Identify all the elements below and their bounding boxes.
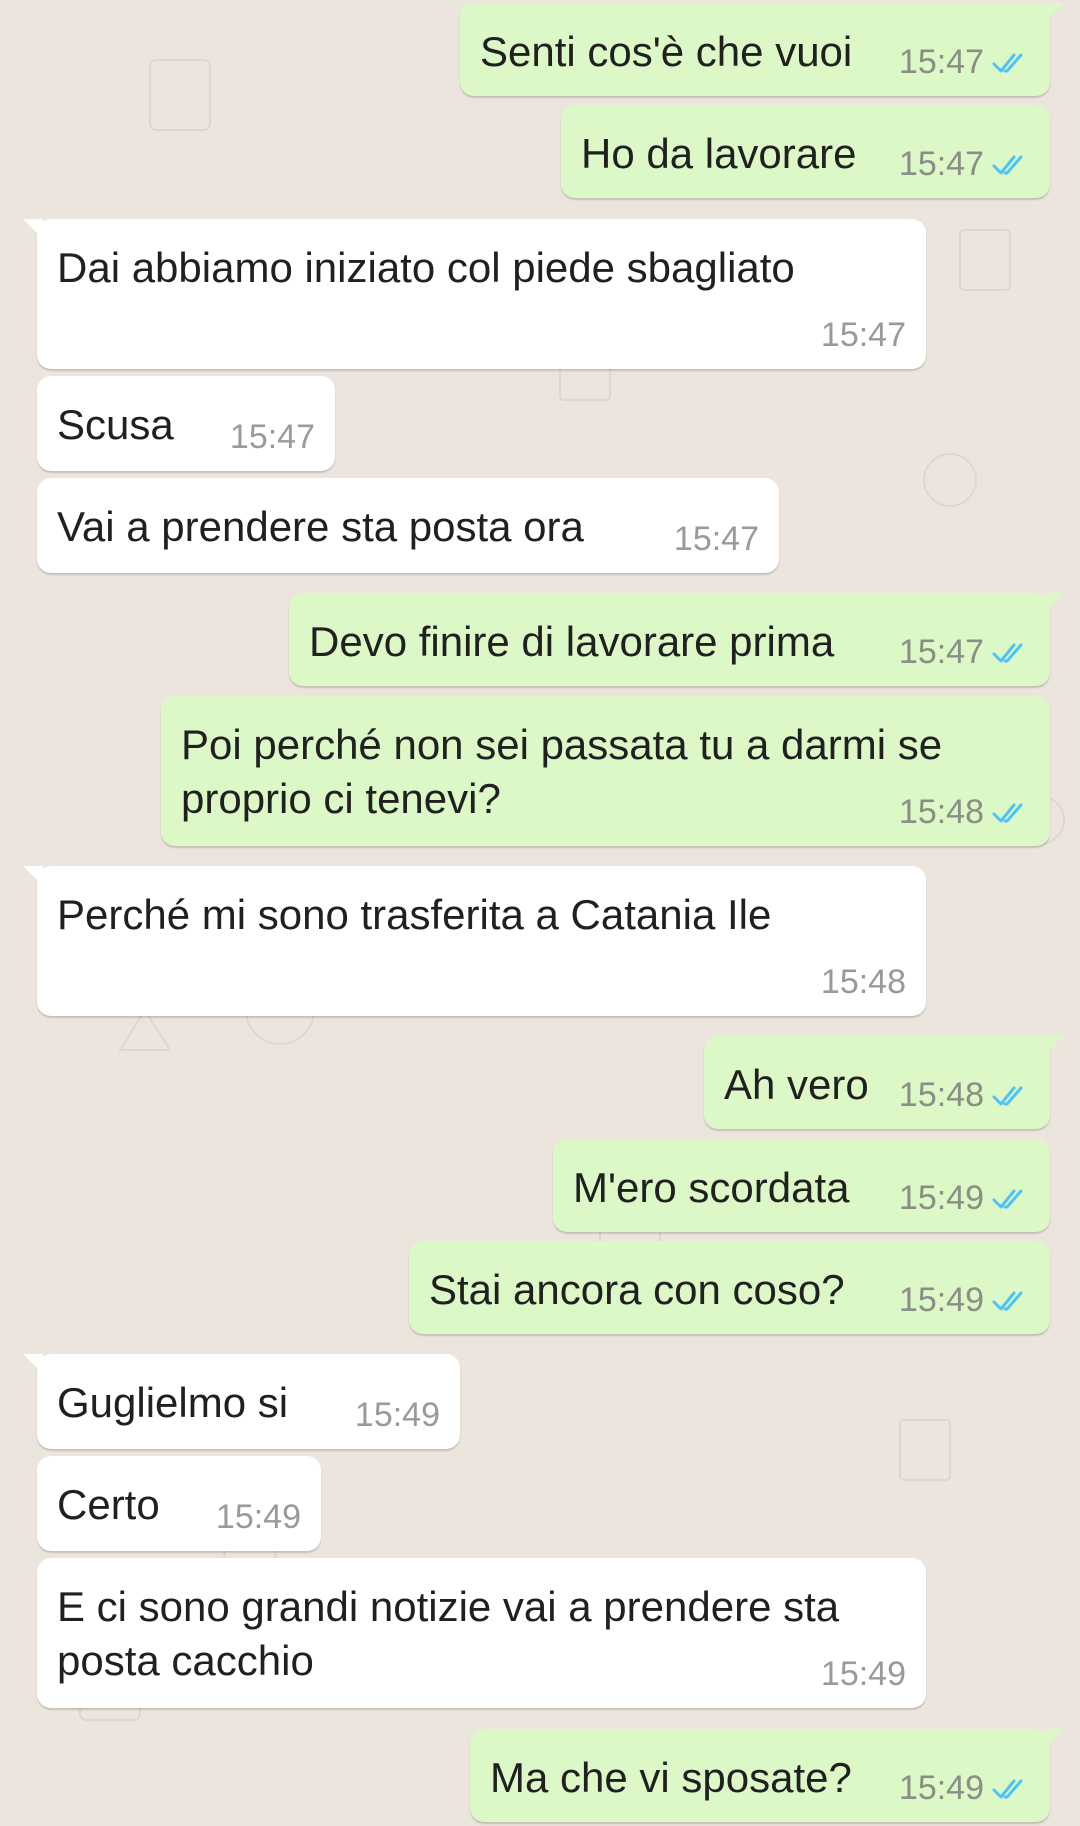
message-time: 15:47 (820, 316, 906, 354)
message-bubble-incoming[interactable]: Dai abbiamo iniziato col piede sbagliato… (23, 219, 926, 369)
message-text: Vai a prendere sta posta ora (57, 503, 584, 550)
message-bubble-outgoing[interactable]: Senti cos'è che vuoi 15:47 (460, 3, 1064, 96)
message-time: 15:47 (898, 43, 984, 81)
message-bubble-outgoing[interactable]: Stai ancora con coso? 15:49 (409, 1241, 1050, 1334)
message-text: Poi perché non sei passata tu a darmi se… (181, 721, 943, 822)
message-time: 15:49 (820, 1655, 906, 1693)
double-check-icon (992, 803, 1023, 822)
message-time: 15:47 (898, 145, 984, 183)
message-bubble-incoming[interactable]: E ci sono grandi notizie vai a prendere … (37, 1558, 926, 1708)
message-bubble-outgoing[interactable]: Devo finire di lavorare prima 15:47 (289, 593, 1064, 686)
message-time: 15:48 (898, 1076, 984, 1114)
message-bubble-incoming[interactable]: Certo 15:49 (37, 1456, 321, 1551)
message-time: 15:49 (898, 1281, 984, 1319)
message-time: 15:48 (820, 963, 906, 1001)
message-bubble-outgoing[interactable]: Poi perché non sei passata tu a darmi se… (161, 696, 1050, 846)
chat-message-list[interactable]: Senti cos'è che vuoi 15:47 Ho da lavorar… (0, 0, 1080, 1826)
message-time: 15:49 (898, 1769, 984, 1807)
message-bubble-incoming[interactable]: Guglielmo si 15:49 (23, 1354, 460, 1449)
message-bubble-incoming[interactable]: Perché mi sono trasferita a Catania Ile … (23, 866, 926, 1016)
message-text: Perché mi sono trasferita a Catania Ile (57, 891, 772, 938)
message-bubble-outgoing[interactable]: Ma che vi sposate? 15:49 (470, 1729, 1064, 1822)
double-check-icon (992, 643, 1023, 662)
message-bubble-incoming[interactable]: Scusa 15:47 (37, 376, 335, 471)
message-bubble-outgoing[interactable]: Ah vero 15:48 (704, 1036, 1064, 1129)
double-check-icon (992, 53, 1023, 72)
message-time: 15:49 (215, 1498, 301, 1536)
message-time: 15:48 (898, 793, 984, 831)
double-check-icon (992, 1086, 1023, 1105)
message-bubble-outgoing[interactable]: M'ero scordata 15:49 (553, 1139, 1050, 1232)
message-time: 15:47 (229, 418, 315, 456)
message-time: 15:47 (673, 520, 759, 558)
message-bubble-outgoing[interactable]: Ho da lavorare 15:47 (561, 105, 1050, 198)
double-check-icon (992, 1189, 1023, 1208)
message-text: E ci sono grandi notizie vai a prendere … (57, 1583, 840, 1684)
message-time: 15:49 (898, 1179, 984, 1217)
message-time: 15:49 (354, 1396, 440, 1434)
double-check-icon (992, 155, 1023, 174)
message-time: 15:47 (898, 633, 984, 671)
message-text: Dai abbiamo iniziato col piede sbagliato (57, 244, 795, 291)
message-bubble-incoming[interactable]: Vai a prendere sta posta ora 15:47 (37, 478, 779, 573)
double-check-icon (992, 1291, 1023, 1310)
double-check-icon (992, 1779, 1023, 1798)
